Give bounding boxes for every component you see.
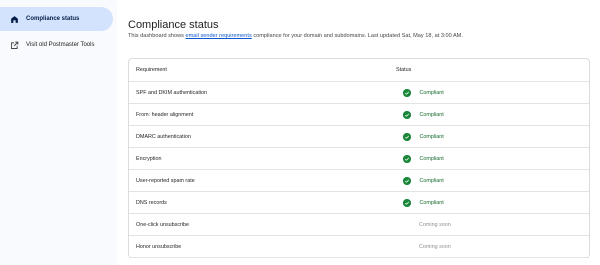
table-row: DNS records Compliant	[129, 192, 589, 214]
status-cell: Compliant	[396, 82, 444, 104]
status-text: Compliant	[419, 112, 444, 118]
requirement-cell: DNS records	[136, 200, 167, 206]
description-text-end: compliance for your domain and subdomain…	[251, 33, 463, 39]
email-sender-requirements-link[interactable]: email sender requirements	[186, 33, 252, 39]
requirement-cell: One-click unsubscribe	[136, 222, 190, 228]
page-description: This dashboard shows email sender requir…	[128, 33, 463, 39]
column-header-requirement: Requirement	[136, 67, 167, 73]
status-cell: Coming soon	[396, 214, 451, 236]
status-cell: Compliant	[396, 148, 444, 170]
status-text: Compliant	[419, 134, 444, 140]
table-row: One-click unsubscribe Coming soon	[129, 214, 589, 236]
status-text: Coming soon	[419, 244, 451, 250]
column-header-status: Status	[396, 67, 412, 73]
page-title: Compliance status	[128, 19, 219, 31]
description-text-start: This dashboard shows	[128, 33, 186, 39]
check-circle-icon	[403, 199, 411, 207]
status-text: Compliant	[419, 178, 444, 184]
check-circle-icon	[403, 177, 411, 185]
check-circle-icon	[403, 133, 411, 141]
status-text: Compliant	[419, 200, 444, 206]
table-header-row: Requirement Status	[129, 59, 589, 82]
requirement-cell: From: header alignment	[136, 112, 194, 118]
open-in-new-icon	[10, 41, 19, 50]
sidebar-item-compliance-status[interactable]: Compliance status	[0, 7, 113, 31]
home-icon	[10, 15, 19, 24]
requirement-cell: User-reported spam rate	[136, 178, 195, 184]
table-row: From: header alignment Compliant	[129, 104, 589, 126]
requirement-cell: SPF and DKIM authentication	[136, 90, 208, 96]
table-row: Honor unsubscribe Coming soon	[129, 236, 589, 258]
compliance-table: Requirement Status SPF and DKIM authenti…	[128, 58, 590, 258]
check-circle-icon	[403, 89, 411, 97]
status-cell: Compliant	[396, 170, 444, 192]
sidebar-item-label: Visit old Postmaster Tools	[26, 42, 95, 48]
check-circle-icon	[403, 111, 411, 119]
requirement-cell: DMARC authentication	[136, 134, 191, 140]
sidebar-item-old-postmaster-tools[interactable]: Visit old Postmaster Tools	[0, 33, 113, 57]
status-text: Compliant	[419, 156, 444, 162]
status-cell: Coming soon	[396, 236, 451, 258]
status-cell: Compliant	[396, 192, 444, 214]
requirement-cell: Encryption	[136, 156, 162, 162]
check-circle-icon	[403, 155, 411, 163]
table-row: User-reported spam rate Compliant	[129, 170, 589, 192]
sidebar: Compliance status Visit old Postmaster T…	[0, 0, 117, 265]
requirement-cell: Honor unsubscribe	[136, 244, 182, 250]
status-text: Coming soon	[419, 222, 451, 228]
table-row: DMARC authentication Compliant	[129, 126, 589, 148]
table-row: SPF and DKIM authentication Compliant	[129, 82, 589, 104]
status-cell: Compliant	[396, 126, 444, 148]
sidebar-item-label: Compliance status	[26, 16, 80, 22]
status-cell: Compliant	[396, 104, 444, 126]
status-text: Compliant	[419, 90, 444, 96]
table-row: Encryption Compliant	[129, 148, 589, 170]
